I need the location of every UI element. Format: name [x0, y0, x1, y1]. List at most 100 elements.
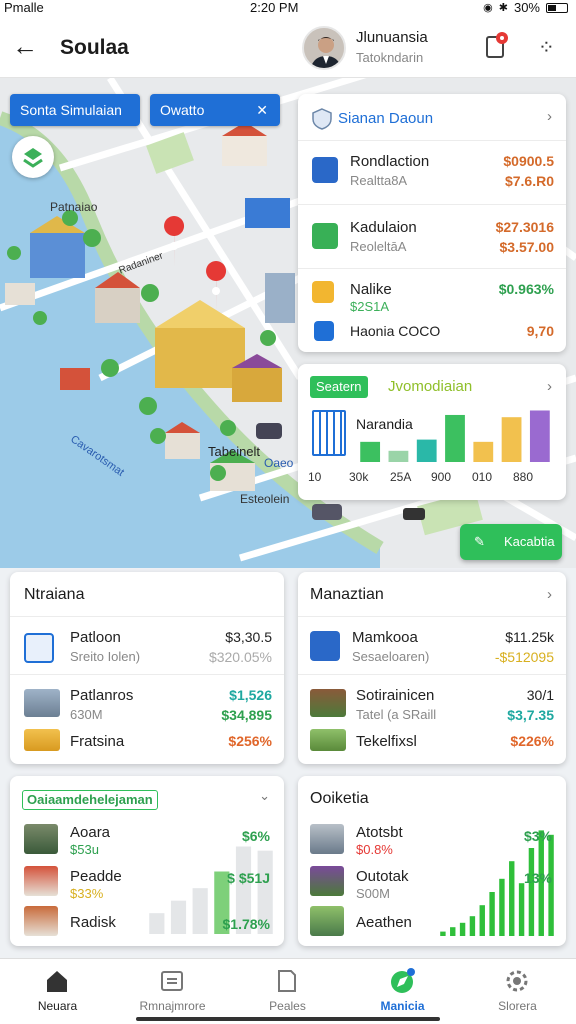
chart-tick-label: 10	[308, 470, 322, 484]
item-sub: Sreito Iolen)	[70, 649, 141, 664]
item-value: 9,70	[526, 323, 554, 339]
chart-tick-label: 880	[513, 470, 534, 484]
item-name: Mamkooa	[352, 629, 418, 646]
item-sub: 630M	[70, 707, 103, 722]
filter-chip[interactable]: Owatto ✕	[150, 94, 280, 126]
list-item[interactable]: Rondlaction Realtta8A $0900.5 $7.6.R0	[298, 140, 566, 204]
nav-item-home[interactable]: Neuara	[0, 959, 115, 1019]
nav-item-map[interactable]: Manicia	[345, 959, 460, 1019]
portfolio-panel: Ntraiana Patloon Sreito Iolen) $3,30.5 $…	[10, 572, 284, 764]
chart-bar	[445, 414, 465, 462]
layers-icon[interactable]	[12, 136, 54, 178]
coin-icon	[312, 281, 334, 303]
list-item[interactable]: Sotirainicen Tatel (a SRaill 30/1 $3,7.3…	[298, 674, 566, 764]
chart-bar	[473, 441, 494, 462]
simulation-card: Sianan Daoun › Rondlaction Realtta8A $09…	[298, 94, 566, 352]
status-bar: Pmalle 2:20 PM ◉ ✱ 30%	[0, 0, 576, 16]
item-value: $6%	[241, 828, 270, 844]
item-value-secondary: $7.6.R0	[504, 173, 554, 189]
map-label: Esteolein	[240, 492, 290, 506]
stack-icon	[310, 631, 340, 661]
house-thumbnail	[310, 866, 344, 896]
news-icon	[161, 971, 183, 991]
location-icon: ◉	[483, 2, 493, 14]
map-action-label: Kacabtia	[504, 534, 555, 549]
nav-label: Slorera	[498, 999, 537, 1013]
chart-bar	[416, 439, 437, 462]
avatar[interactable]	[302, 26, 346, 70]
stack-icon	[312, 157, 338, 183]
house-thumbnail	[24, 906, 58, 936]
item-name: Tekelfixsl	[356, 733, 417, 750]
chevron-right-icon[interactable]: ›	[547, 378, 552, 395]
chevron-down-icon[interactable]: ⌄	[259, 788, 270, 804]
chart-bar	[509, 861, 515, 936]
app-bar: ← Soulaa Jlunuansia Tatokndarin ⁘	[0, 16, 576, 78]
user-subtitle: Tatokndarin	[356, 50, 424, 65]
item-sub: Sesaeloaren)	[352, 649, 430, 664]
item-value-secondary: $3,7.35	[507, 707, 554, 723]
nav-item-settings[interactable]: Slorera	[460, 959, 575, 1019]
list-item[interactable]: Nalike $2S1A $0.963% Haonia COCO 9,70	[298, 268, 566, 352]
page-title: Soulaa	[60, 36, 129, 59]
item-value: $1,526	[229, 687, 272, 703]
chart-tick-label: 900	[431, 470, 452, 484]
panel-title: Manaztian	[310, 586, 384, 603]
property-thumbnail	[310, 689, 346, 717]
home-indicator	[136, 1017, 440, 1021]
list-item[interactable]: Kadulaion ReoleltāA $27.3016 $3.57.00	[298, 204, 566, 268]
user-name: Jlunuansia	[356, 29, 428, 46]
item-sub: Realtta8A	[350, 173, 408, 188]
map-label: Oaeo	[264, 456, 294, 470]
more-options-icon[interactable]: ⁘	[538, 38, 556, 58]
map-label: Tabeinelt	[208, 444, 261, 459]
chart-bar	[518, 883, 525, 936]
simulation-button[interactable]: Sonta Simulaian	[10, 94, 140, 126]
management-panel: Manaztian › Mamkooa Sesaeloaren) $11.25k…	[298, 572, 566, 764]
back-arrow-icon[interactable]: ←	[12, 33, 38, 59]
chart-title: Jvomodiaian	[388, 378, 473, 395]
item-name: Aoara	[70, 824, 111, 841]
nav-label: Rmnajmrore	[139, 999, 206, 1013]
panel-title: Ntraiana	[24, 586, 85, 603]
item-sub: S00M	[356, 886, 390, 901]
item-name: Sotirainicen	[356, 687, 435, 704]
filter-chip-label: Owatto	[160, 102, 205, 118]
map-action-button[interactable]: ✎ Kacabtia	[460, 524, 562, 560]
building-icon	[312, 410, 346, 456]
nav-label: Neuara	[37, 999, 78, 1013]
chevron-right-icon[interactable]: ›	[547, 586, 552, 603]
shield-icon	[312, 108, 332, 130]
battery-icon	[546, 2, 568, 13]
bar-chart	[360, 410, 550, 462]
item-name: Rondlaction	[350, 153, 430, 170]
list-item[interactable]: Patloon Sreito Iolen) $3,30.5 $320.05%	[10, 616, 284, 674]
chart-bar	[192, 888, 208, 934]
close-icon[interactable]: ✕	[256, 94, 268, 126]
item-value: $226%	[510, 733, 554, 749]
item-sub: ReoleltāA	[350, 239, 407, 254]
nav-item-news[interactable]: Rmnajmrore	[115, 959, 230, 1019]
item-name: Haonia COCO	[350, 323, 441, 339]
item-sub: Tatel (a SRaill	[356, 707, 437, 722]
chart-bar	[170, 900, 187, 934]
chart-bar	[450, 927, 456, 936]
chevron-right-icon[interactable]: ›	[547, 108, 552, 125]
chart-bar	[360, 441, 381, 462]
item-value: $11.25k	[505, 629, 554, 645]
chart-bar	[459, 922, 466, 936]
settings-icon	[506, 970, 528, 992]
nav-item-documents[interactable]: Peales	[230, 959, 345, 1019]
nav-label: Peales	[269, 999, 306, 1013]
item-name: Outotak	[356, 868, 409, 885]
item-value: $ $51J	[227, 870, 270, 886]
bluetooth-icon: ✱	[498, 2, 508, 14]
chart-tick-label: 30k	[349, 470, 369, 484]
battery-percent: 30%	[513, 0, 540, 15]
list-item[interactable]: Patlanros 630M $1,526 $34,895 Fratsina $…	[10, 674, 284, 764]
item-value: 30/1	[526, 687, 554, 703]
item-value: $256%	[228, 733, 272, 749]
notification-icon[interactable]	[484, 32, 508, 60]
list-item[interactable]: Mamkooa Sesaeloaren) $11.25k -$512095	[298, 616, 566, 674]
carrier-text: Pmalle	[4, 0, 44, 15]
